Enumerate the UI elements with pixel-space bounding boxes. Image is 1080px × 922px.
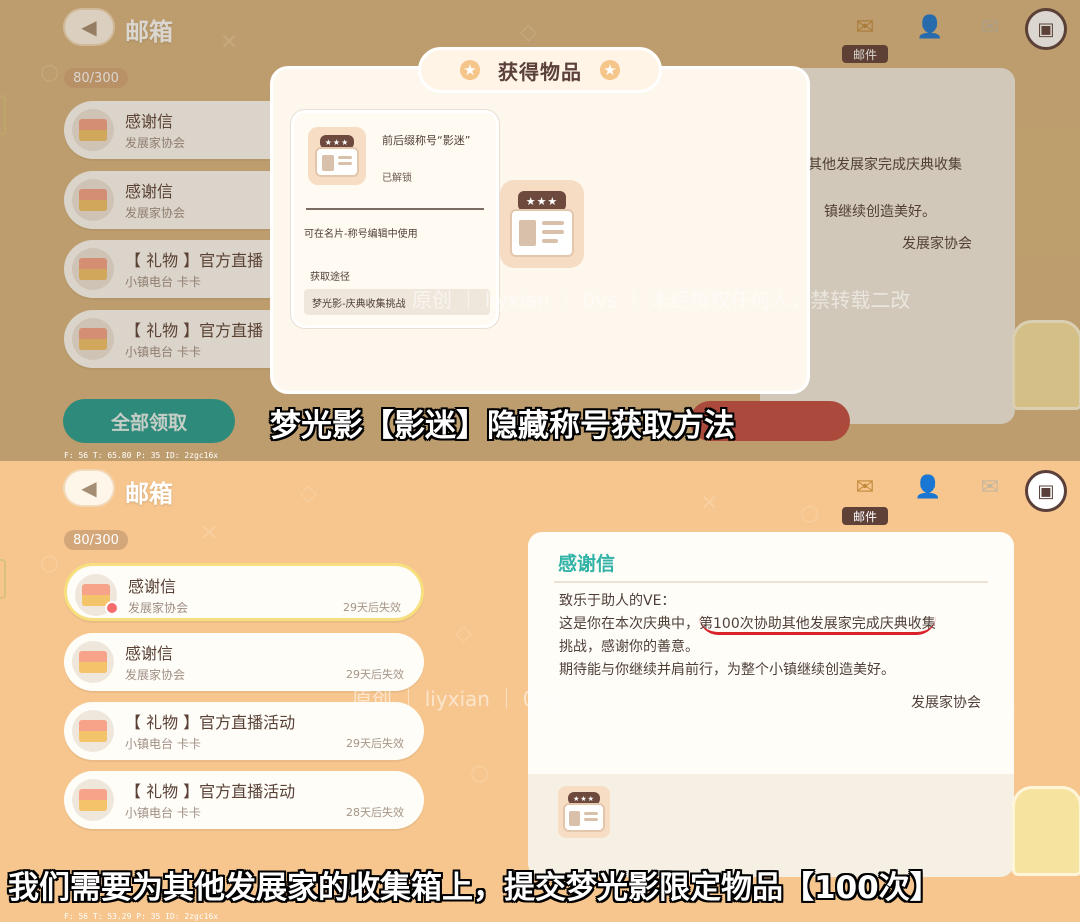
detail-line: 挑战，感谢你的善意。 <box>559 639 699 655</box>
mail-expire: 29天后失效 <box>346 737 404 750</box>
envelope-icon <box>72 179 114 221</box>
mail-sender: 小镇电台 卡卡 <box>125 345 201 359</box>
mail-tab-label: 邮件 <box>842 45 888 63</box>
debug-info: F: 56 T: 65.80 P: 35 ID: 2zgc16x <box>64 451 219 460</box>
page-title: 邮箱 <box>125 18 173 46</box>
popup-title: 获得物品 <box>498 59 582 84</box>
back-button[interactable]: ◀ <box>63 8 115 46</box>
divider <box>306 208 484 210</box>
mail-icon[interactable]: ✉ <box>850 14 880 40</box>
mail-title: 感谢信 <box>125 182 174 201</box>
add-friend-icon[interactable]: 👤 <box>913 474 943 500</box>
star-icon: ★ <box>460 60 480 80</box>
watermark: 原创 ｜ liyxian ｜ 0vs ｜ 未经授权任何人，禁转载二改 <box>412 288 911 312</box>
detail-signature: 发展家协会 <box>902 236 972 252</box>
star-icon: ★ <box>600 60 620 80</box>
envelope-icon <box>72 710 114 752</box>
collect-all-button[interactable]: 全部领取 <box>63 399 235 443</box>
mail-expire: 28天后失效 <box>346 806 404 819</box>
detail-line: 其他发展家完成庆典收集 <box>808 157 962 173</box>
item-status: 已解锁 <box>382 173 412 184</box>
mail-title: 感谢信 <box>125 644 174 663</box>
mail-tab-label: 邮件 <box>842 507 888 525</box>
bottom-screenshot-panel: ○✕ ◇○ ✕◇ ○✕ ◀ 邮箱 80/300 ✉ 👤 ✉ 邮件 ▣ 感谢信 发… <box>0 461 1080 922</box>
name-badge-icon[interactable]: ★★★ <box>558 786 610 838</box>
mail-sender: 发展家协会 <box>125 136 186 150</box>
mail-title: 【 礼物 】官方直播 <box>125 321 264 340</box>
list-item[interactable]: 感谢信 发展家协会 29天后失效 <box>64 563 424 621</box>
back-button[interactable]: ◀ <box>63 469 115 507</box>
starred-mail-icon[interactable]: ✉ <box>975 14 1005 40</box>
starred-mail-icon[interactable]: ✉ <box>975 474 1005 500</box>
detail-greeting: 致乐于助人的VE： <box>559 593 676 609</box>
detail-line: 镇继续创造美好。 <box>824 204 936 220</box>
detail-text: 这是你在本次庆典中， <box>559 616 699 632</box>
mail-sender: 小镇电台 卡卡 <box>125 806 201 820</box>
mail-counter: 80/300 <box>64 530 128 550</box>
mail-sender: 小镇电台 卡卡 <box>125 275 201 289</box>
divider <box>554 581 988 583</box>
popup-title-banner: ★ 获得物品 ★ <box>418 47 662 93</box>
name-badge-icon: ★★★ <box>308 127 366 185</box>
mail-sender: 发展家协会 <box>125 668 186 682</box>
watermark: 原创 ｜ liyxian ｜ 0vs <box>352 687 558 711</box>
back-arrow-icon: ◀ <box>81 476 97 500</box>
envelope-icon <box>72 109 114 151</box>
highlighted-text: 第100次协助其他发展家完成庆典收集 <box>699 616 936 635</box>
mail-expire: 29天后失效 <box>346 668 404 681</box>
caption-bottom: 我们需要为其他发展家的收集箱上，提交梦光影限定物品【100次】 <box>7 869 941 907</box>
attachment-badge <box>105 601 119 615</box>
debug-info: F: 56 T: 53.29 P: 35 ID: 2zgc16x <box>64 912 219 921</box>
mail-title: 感谢信 <box>128 577 177 596</box>
mail-expire: 29天后失效 <box>343 601 401 614</box>
top-screenshot-panel: ○✕ ◇○ ✕◇ ◀ 邮箱 80/300 ✉ 👤 ✉ 邮件 ▣ 感谢信 发展家协… <box>0 0 1080 461</box>
mail-title: 【 礼物 】官方直播活动 <box>125 713 296 732</box>
side-tab[interactable] <box>0 559 6 599</box>
envelope-icon <box>72 779 114 821</box>
item-description: 可在名片-称号编辑中使用 <box>304 229 418 240</box>
detail-signature: 发展家协会 <box>911 695 981 711</box>
mail-title: 【 礼物 】官方直播活动 <box>125 782 296 801</box>
mail-detail-title: 感谢信 <box>558 553 616 575</box>
page-title: 邮箱 <box>125 480 173 508</box>
mail-title: 【 礼物 】官方直播 <box>125 251 264 270</box>
add-friend-icon[interactable]: 👤 <box>915 14 945 40</box>
back-arrow-icon: ◀ <box>81 15 97 39</box>
mail-icon[interactable]: ✉ <box>850 474 880 500</box>
mail-sender: 发展家协会 <box>125 206 186 220</box>
mailbox-decoration <box>1012 786 1080 876</box>
list-item[interactable]: 【 礼物 】官方直播活动 小镇电台 卡卡 28天后失效 <box>64 771 424 829</box>
mail-counter: 80/300 <box>64 68 128 88</box>
mail-title: 感谢信 <box>125 112 174 131</box>
side-tab[interactable] <box>0 95 6 135</box>
profile-card-icon[interactable]: ▣ <box>1025 470 1067 512</box>
envelope-icon <box>72 318 114 360</box>
badge-stars: ★★★ <box>518 191 566 211</box>
mail-sender: 小镇电台 卡卡 <box>125 737 201 751</box>
detail-line: 期待能与你继续并肩前行，为整个小镇继续创造美好。 <box>559 662 895 678</box>
caption-top: 梦光影【影迷】隐藏称号获取方法 <box>269 407 736 445</box>
mail-sender: 发展家协会 <box>128 601 189 615</box>
source-label: 获取途径 <box>310 272 350 283</box>
mail-detail-card: 感谢信 致乐于助人的VE： 这是你在本次庆典中，第100次协助其他发展家完成庆典… <box>528 532 1014 877</box>
mail-detail-body: 致乐于助人的VE： 这是你在本次庆典中，第100次协助其他发展家完成庆典收集 挑… <box>559 590 989 682</box>
profile-card-icon[interactable]: ▣ <box>1025 8 1067 50</box>
mailbox-decoration <box>1012 320 1080 410</box>
envelope-icon <box>72 641 114 683</box>
item-name: 前后缀称号“影迷” <box>382 134 471 147</box>
name-badge-icon[interactable]: ★★★ <box>500 180 584 268</box>
detail-line: 这是你在本次庆典中，第100次协助其他发展家完成庆典收集 <box>559 613 989 636</box>
envelope-icon <box>72 248 114 290</box>
